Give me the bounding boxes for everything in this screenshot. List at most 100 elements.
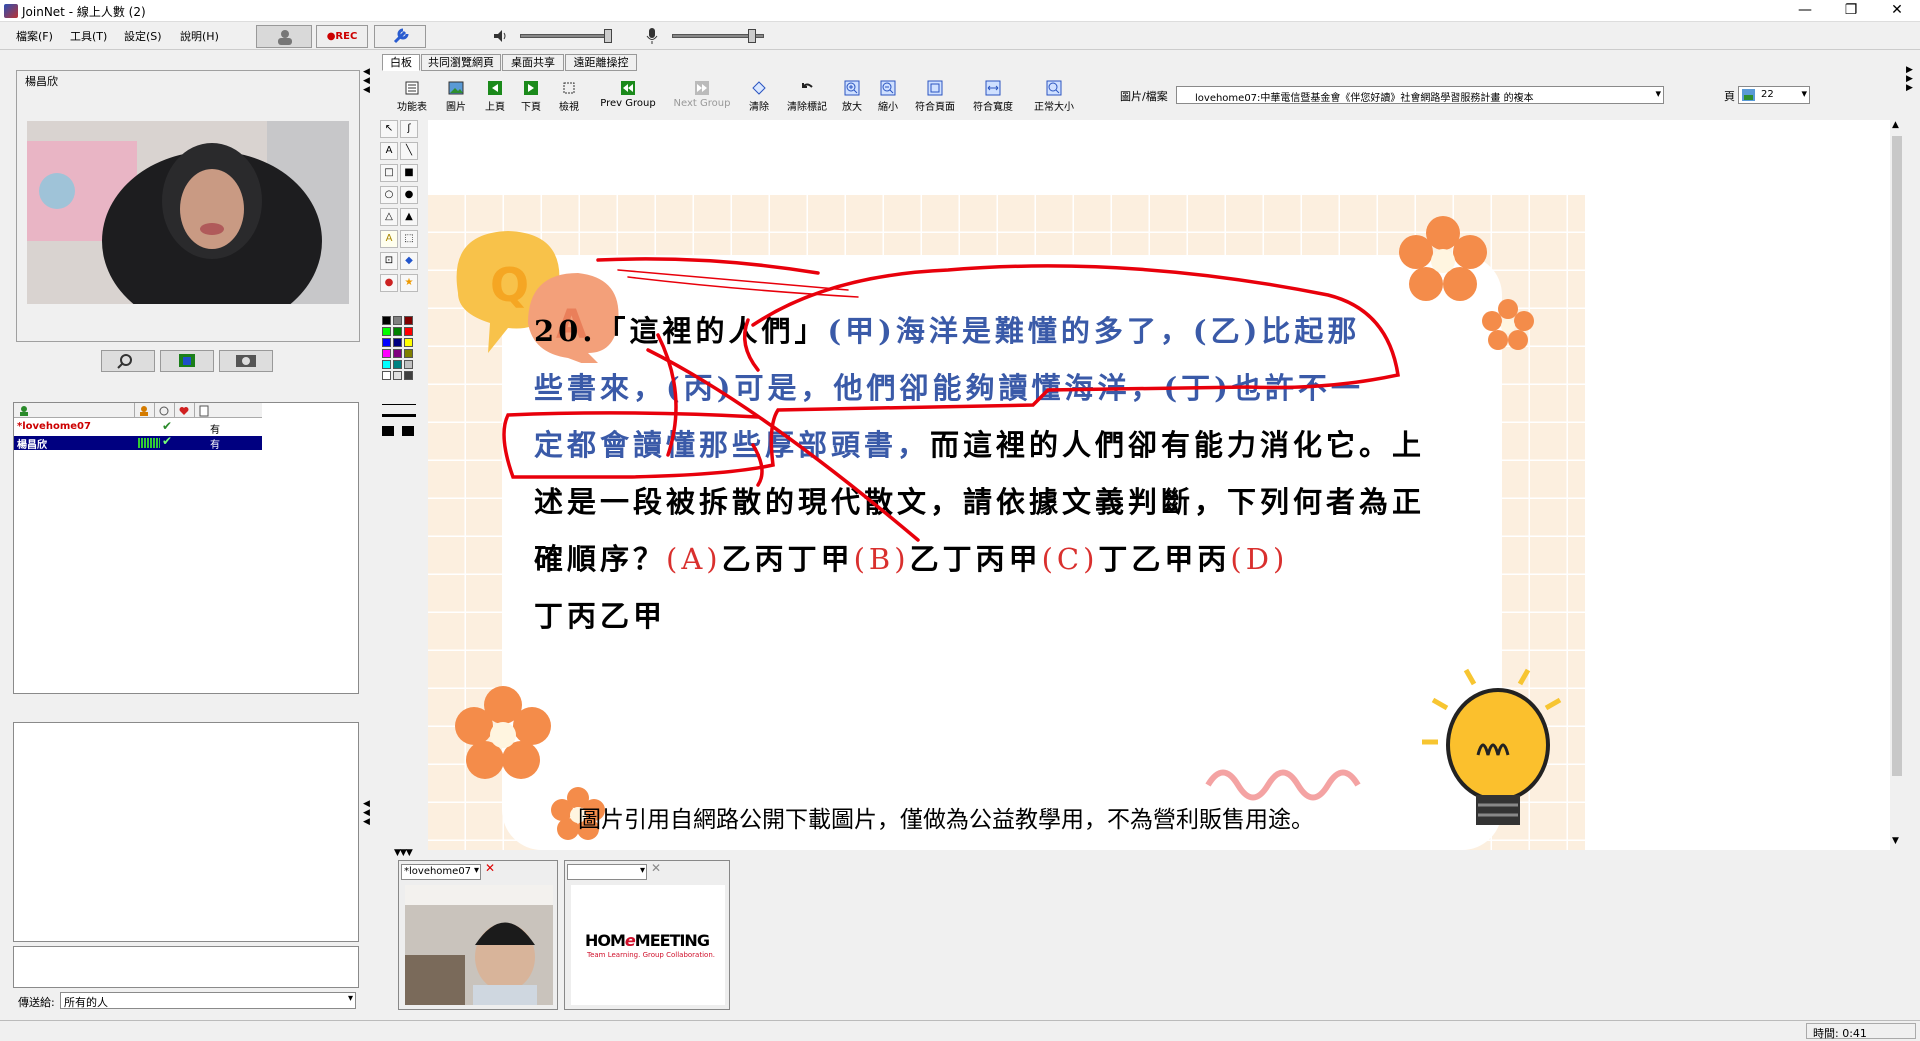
color-swatch-blue[interactable]	[382, 338, 391, 347]
send-to-select[interactable]: 所有的人 ▾	[60, 992, 356, 1009]
collapse-right-arrows[interactable]: ▶ ▶ ▶	[1906, 66, 1913, 93]
double-arrow-left-icon	[621, 81, 635, 95]
wb-clear-button[interactable]: 清除	[736, 80, 782, 114]
close-video-icon[interactable]: ✕	[651, 861, 661, 875]
rectangle-tool[interactable]: □	[380, 164, 398, 182]
scroll-up-arrow[interactable]: ▲	[1892, 120, 1899, 130]
color-swatch-green[interactable]	[393, 327, 402, 336]
filled-rectangle-tool[interactable]: ■	[400, 164, 418, 182]
polygon-tool[interactable]: △	[380, 208, 398, 226]
tab-whiteboard[interactable]: 白板	[382, 54, 420, 71]
color-swatch-teal[interactable]	[393, 360, 402, 369]
marquee-tool[interactable]: ⬚	[400, 230, 418, 248]
color-swatch-gray[interactable]	[393, 316, 402, 325]
collapse-bottom-arrows[interactable]: ▼▼▼	[394, 848, 413, 858]
page-select[interactable]: 22 ▾	[1738, 86, 1810, 104]
table-row[interactable]: 楊昌欣 ✔ 有	[14, 434, 262, 451]
collapse-left-arrows[interactable]: ◀ ◀ ◀	[363, 68, 373, 108]
wb-view-button[interactable]: 檢視	[545, 80, 593, 114]
menu-file[interactable]: 檔案(F)	[16, 28, 53, 44]
remote-video-1-select[interactable]: *lovehome07 ▾	[401, 864, 481, 880]
color-swatch-maroon[interactable]	[404, 316, 413, 325]
star-stamp-tool[interactable]: ★	[400, 274, 418, 292]
menu-tools[interactable]: 工具(T)	[70, 28, 107, 44]
color-swatch-black[interactable]	[382, 316, 391, 325]
microphone-volume-knob[interactable]	[748, 29, 756, 43]
chat-input[interactable]	[13, 946, 359, 988]
color-swatch-dark[interactable]	[404, 371, 413, 380]
line-width-thin[interactable]	[382, 404, 416, 405]
table-row[interactable]: *lovehome07 ✔ 有	[14, 419, 262, 436]
color-swatch-lime[interactable]	[382, 327, 391, 336]
color-swatch-purple[interactable]	[393, 349, 402, 358]
tab-desktop-share[interactable]: 桌面共享	[502, 54, 564, 71]
tab-co-browse[interactable]: 共同瀏覽網頁	[421, 54, 501, 71]
minimize-button[interactable]: —	[1782, 0, 1828, 22]
text-tool[interactable]: A	[380, 142, 398, 160]
title-bar: JoinNet - 線上人數 (2) — ❐ ✕	[0, 0, 1920, 22]
color-swatch-cyan[interactable]	[382, 360, 391, 369]
color-swatch-light[interactable]	[393, 371, 402, 380]
speaker-toggle-button[interactable]	[256, 25, 312, 48]
wb-zoom-out-button[interactable]: 縮小	[868, 80, 908, 114]
speaker-volume-knob[interactable]	[604, 29, 612, 43]
wb-menu-button[interactable]: 功能表	[388, 80, 436, 114]
canvas-scrollbar[interactable]: ▲ ▼	[1890, 120, 1904, 850]
chevron-down-icon: ▾	[1655, 87, 1661, 100]
line-width-thick[interactable]	[382, 426, 394, 436]
wb-prev-group-button[interactable]: Prev Group	[596, 80, 660, 114]
menu-bar: 檔案(F) 工具(T) 設定(S) 說明(H) ●REC	[0, 23, 1920, 50]
close-video-icon[interactable]: ✕	[485, 861, 495, 875]
video-zoom-button[interactable]	[101, 350, 155, 372]
wb-fit-width-button[interactable]: 符合寬度	[966, 80, 1020, 114]
speaker-volume-slider[interactable]	[520, 34, 612, 38]
apple-stamp-tool[interactable]: ●	[380, 274, 398, 292]
chat-history[interactable]	[13, 722, 359, 942]
ellipse-tool[interactable]: ○	[380, 186, 398, 204]
maximize-button[interactable]: ❐	[1828, 0, 1874, 22]
highlight-text-tool[interactable]: A	[380, 230, 398, 248]
color-swatch-red[interactable]	[404, 327, 413, 336]
color-swatch-navy[interactable]	[393, 338, 402, 347]
record-button[interactable]: ●REC	[316, 25, 368, 48]
scrollbar-thumb[interactable]	[1892, 136, 1902, 776]
wb-clear-marks-button[interactable]: 清除標記	[780, 80, 834, 114]
menu-help[interactable]: 說明(H)	[180, 28, 219, 44]
color-swatch-yellow[interactable]	[404, 338, 413, 347]
close-button[interactable]: ✕	[1874, 0, 1920, 22]
color-swatch-silver[interactable]	[404, 360, 413, 369]
color-swatch-magenta[interactable]	[382, 349, 391, 358]
collapse-left-arrows-bottom[interactable]: ◀ ◀ ◀	[363, 800, 373, 840]
select-arrow-tool[interactable]: ↖	[380, 120, 398, 138]
settings-wrench-button[interactable]	[374, 25, 426, 48]
menu-settings[interactable]: 設定(S)	[124, 28, 162, 44]
snapshot-button[interactable]	[219, 350, 273, 372]
remote-video-2-select[interactable]: ▾	[567, 864, 647, 880]
wb-zoom-in-button[interactable]: 放大	[832, 80, 872, 114]
object-select-tool[interactable]: ⊡	[380, 252, 398, 270]
freehand-tool[interactable]: ʃ	[400, 120, 418, 138]
camera-icon	[236, 355, 256, 367]
camera-column-icon	[159, 406, 169, 416]
scroll-down-arrow[interactable]: ▼	[1892, 836, 1899, 846]
remote-webcam-video	[405, 885, 553, 1005]
user-status: 有	[210, 440, 220, 451]
line-tool[interactable]: ╲	[400, 142, 418, 160]
line-width-bold[interactable]	[402, 426, 414, 436]
user-column-icon	[20, 406, 28, 416]
tab-remote-control[interactable]: 遠距離操控	[565, 54, 637, 71]
wb-normal-size-button[interactable]: 正常大小	[1026, 80, 1082, 114]
file-select[interactable]: lovehome07:中華電信暨基金會《伴您好讀》社會網路學習服務計畫 的複本 …	[1176, 86, 1664, 104]
wb-next-group-button[interactable]: Next Group	[668, 80, 736, 114]
speaker-volume-icon	[494, 30, 506, 42]
filled-polygon-tool[interactable]: ▲	[400, 208, 418, 226]
logo-tagline: Team Learning. Group Collaboration.	[587, 951, 715, 959]
color-swatch-white[interactable]	[382, 371, 391, 380]
line-width-medium[interactable]	[382, 414, 416, 417]
filled-ellipse-tool[interactable]: ●	[400, 186, 418, 204]
pen-annotations	[502, 257, 1400, 542]
color-swatch-olive[interactable]	[404, 349, 413, 358]
wb-fit-page-button[interactable]: 符合頁面	[908, 80, 962, 114]
video-layout-button[interactable]	[160, 350, 214, 372]
fill-tool[interactable]: ◆	[400, 252, 418, 270]
